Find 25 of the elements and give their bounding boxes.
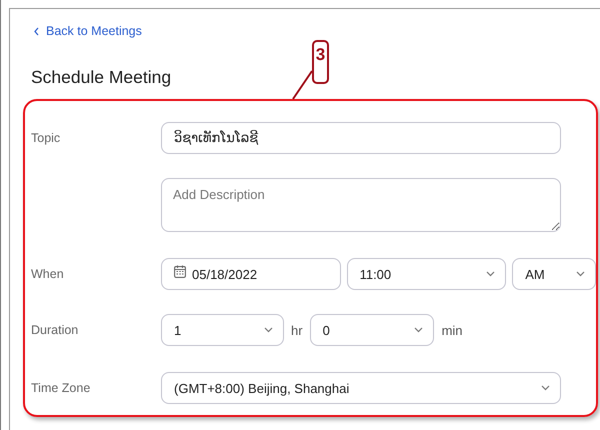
chevron-down-icon [541, 385, 550, 391]
chevron-down-icon [486, 271, 496, 277]
chevron-down-icon [264, 327, 273, 333]
chevron-down-icon [414, 327, 423, 333]
field-label: Topic [31, 131, 60, 145]
chevron-down-icon [576, 271, 585, 277]
field-label: Duration [31, 323, 78, 337]
page-title: Schedule Meeting [31, 66, 172, 89]
calendar-icon [174, 265, 186, 278]
hours-dropdown[interactable]: 1 [161, 314, 284, 346]
back-link[interactable]: Back to Meetings [34, 24, 142, 38]
period-dropdown[interactable]: AM [512, 258, 596, 290]
topic-field[interactable]: ວິຊາເທັກໂນໂລຊີ [161, 122, 561, 154]
description-field[interactable]: Add Description [161, 178, 561, 232]
chevron-left-icon [34, 26, 39, 36]
unit-label: min [442, 322, 463, 338]
field-label: Time Zone [31, 381, 90, 395]
date-field[interactable]: 05/18/2022 [161, 258, 341, 290]
minutes-dropdown[interactable]: 0 [310, 314, 434, 346]
time-zone-dropdown[interactable]: (GMT+8:00) Beijing, Shanghai [161, 372, 561, 404]
time-dropdown[interactable]: 11:00 [346, 258, 506, 290]
unit-label: hr [291, 322, 303, 338]
callout-badge: 3 [312, 40, 329, 84]
field-label: When [31, 267, 64, 281]
leader-line [290, 69, 314, 101]
